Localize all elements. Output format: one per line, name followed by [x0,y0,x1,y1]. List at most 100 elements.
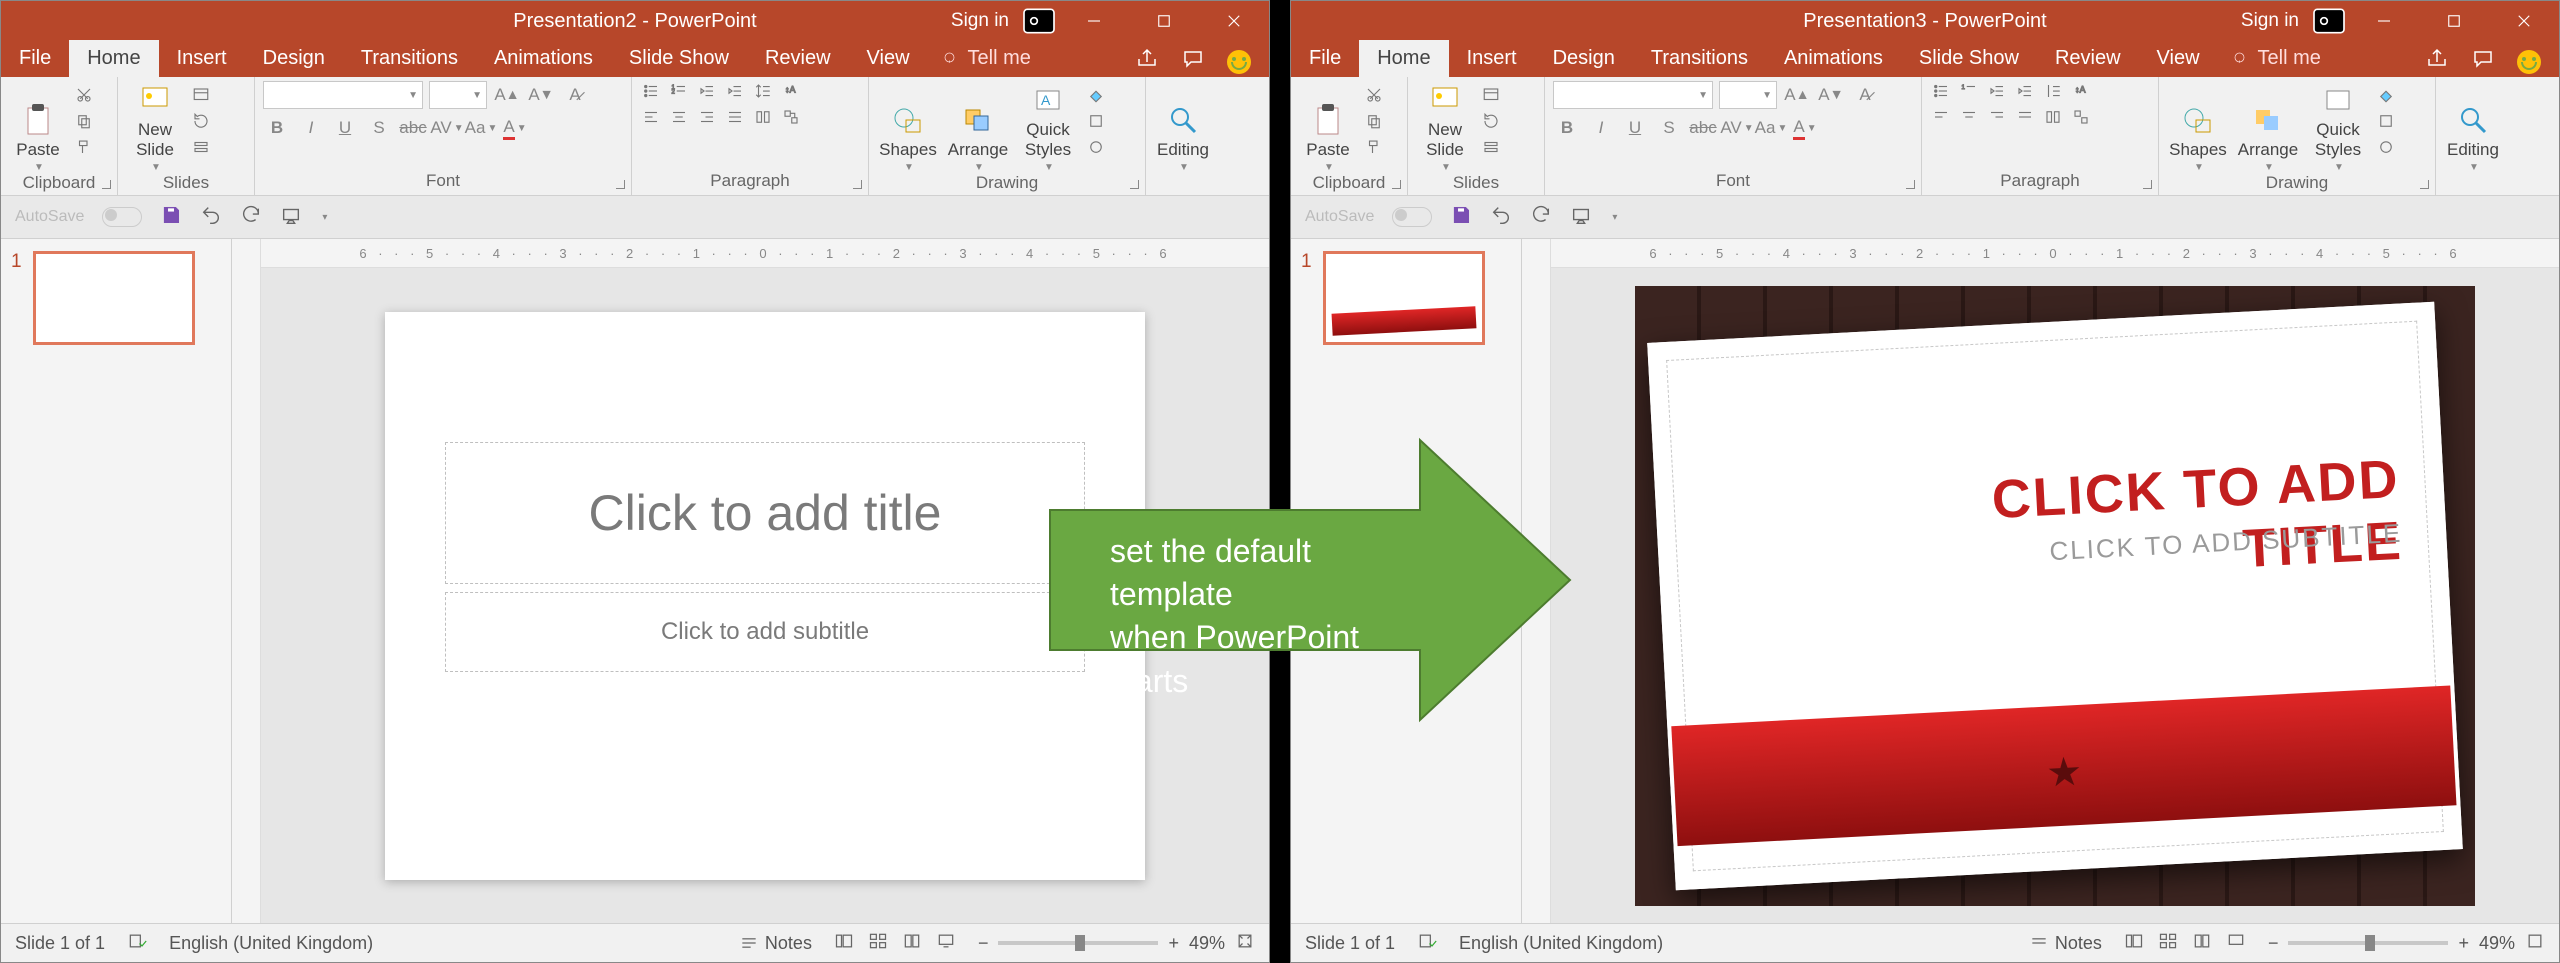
align-right-icon[interactable] [696,107,718,127]
zoom-in-icon[interactable]: + [2458,933,2469,954]
autosave-toggle[interactable] [1392,207,1432,227]
dialog-launcher-icon[interactable] [1389,177,1403,191]
strike-button[interactable]: abc [1689,115,1717,141]
shape-fill-icon[interactable] [1085,85,1107,105]
autosave-toggle[interactable] [102,207,142,227]
signin-link[interactable]: Sign in [951,10,1009,32]
tell-me[interactable]: Tell me [2218,40,2335,77]
tab-insert[interactable]: Insert [159,40,245,77]
font-size-combo[interactable]: ▼ [1719,81,1777,109]
align-left-icon[interactable] [1930,107,1952,127]
change-case-icon[interactable]: Aa▼ [1757,115,1785,141]
reset-icon[interactable] [1480,111,1502,131]
numbering-icon[interactable]: 1 [1958,81,1980,101]
close-button[interactable] [2489,1,2559,41]
dialog-launcher-icon[interactable] [613,177,627,191]
minimize-button[interactable] [2349,1,2419,41]
slideshow-view-icon[interactable] [2226,931,2246,956]
cut-icon[interactable] [73,85,95,105]
zoom-control[interactable]: − + 49% [2268,931,2545,956]
italic-button[interactable]: I [297,115,325,141]
font-color-icon[interactable]: A▼ [501,115,529,141]
reading-view-icon[interactable] [2192,931,2212,956]
copy-icon[interactable] [73,111,95,131]
tab-design[interactable]: Design [1535,40,1633,77]
zoom-percent[interactable]: 49% [2479,933,2515,954]
shapes-button[interactable]: Shapes▼ [877,81,939,173]
indent-inc-icon[interactable] [724,81,746,101]
zoom-slider[interactable] [998,941,1158,945]
sorter-view-icon[interactable] [2158,931,2178,956]
share-icon[interactable] [1135,47,1159,77]
underline-button[interactable]: U [1621,115,1649,141]
italic-button[interactable]: I [1587,115,1615,141]
change-case-icon[interactable]: Aa▼ [467,115,495,141]
redo-icon[interactable] [1530,204,1552,231]
columns-icon[interactable] [2042,107,2064,127]
align-center-icon[interactable] [668,107,690,127]
tab-insert[interactable]: Insert [1449,40,1535,77]
zoom-out-icon[interactable]: − [2268,933,2279,954]
bold-button[interactable]: B [1553,115,1581,141]
shadow-button[interactable]: S [1655,115,1683,141]
bullets-icon[interactable] [1930,81,1952,101]
bold-button[interactable]: B [263,115,291,141]
bullets-icon[interactable] [640,81,662,101]
cut-icon[interactable] [1363,85,1385,105]
new-slide-button[interactable]: New Slide▼ [1416,81,1474,173]
font-color-icon[interactable]: A▼ [1791,115,1819,141]
shadow-button[interactable]: S [365,115,393,141]
feedback-icon[interactable] [1227,50,1251,74]
comments-icon[interactable] [1181,47,1205,77]
tell-me[interactable]: Tell me [928,40,1045,77]
start-from-beginning-icon[interactable] [280,204,302,231]
notes-button[interactable]: Notes [739,933,812,954]
spellcheck-icon[interactable] [1417,931,1437,956]
quick-styles-button[interactable]: AQuick Styles▼ [1017,81,1079,173]
tab-transitions[interactable]: Transitions [1633,40,1766,77]
smartart-icon[interactable] [780,107,802,127]
title-placeholder[interactable]: Click to add title [445,442,1085,584]
dialog-launcher-icon[interactable] [2140,177,2154,191]
new-slide-button[interactable]: New Slide▼ [126,81,184,173]
tab-home[interactable]: Home [69,40,158,77]
zoom-control[interactable]: − + 49% [978,931,1255,956]
redo-icon[interactable] [240,204,262,231]
tab-file[interactable]: File [1291,40,1359,77]
layout-icon[interactable] [1480,85,1502,105]
normal-view-icon[interactable] [2124,931,2144,956]
subtitle-placeholder[interactable]: Click to add subtitle [445,592,1085,672]
account-icon[interactable] [2309,1,2349,41]
zoom-in-icon[interactable]: + [1168,933,1179,954]
font-size-combo[interactable]: ▼ [429,81,487,109]
sorter-view-icon[interactable] [868,931,888,956]
dialog-launcher-icon[interactable] [99,177,113,191]
slide-canvas[interactable]: Click to add title Click to add subtitle [261,268,1269,923]
char-spacing-icon[interactable]: AV▼ [1723,115,1751,141]
dialog-launcher-icon[interactable] [1903,177,1917,191]
fit-to-window-icon[interactable] [1235,931,1255,956]
language-label[interactable]: English (United Kingdom) [169,933,373,954]
char-spacing-icon[interactable]: AV▼ [433,115,461,141]
shape-fill-icon[interactable] [2375,85,2397,105]
tab-design[interactable]: Design [245,40,343,77]
zoom-percent[interactable]: 49% [1189,933,1225,954]
editing-button[interactable]: Editing▼ [1154,81,1212,173]
signin-link[interactable]: Sign in [2241,10,2299,32]
clear-format-icon[interactable]: A̷ [561,82,589,108]
smartart-icon[interactable] [2070,107,2092,127]
tab-slideshow[interactable]: Slide Show [611,40,747,77]
paste-button[interactable]: Paste▼ [9,81,67,173]
indent-dec-icon[interactable] [696,81,718,101]
format-painter-icon[interactable] [1363,137,1385,157]
clear-format-icon[interactable]: A̷ [1851,82,1879,108]
tab-home[interactable]: Home [1359,40,1448,77]
reset-icon[interactable] [190,111,212,131]
justify-icon[interactable] [2014,107,2036,127]
slide-canvas[interactable]: CLICK TO ADD TITLE CLICK TO ADD SUBTITLE… [1551,268,2559,923]
align-left-icon[interactable] [640,107,662,127]
zoom-out-icon[interactable]: − [978,933,989,954]
save-icon[interactable] [160,204,182,231]
tab-transitions[interactable]: Transitions [343,40,476,77]
account-icon[interactable] [1019,1,1059,41]
